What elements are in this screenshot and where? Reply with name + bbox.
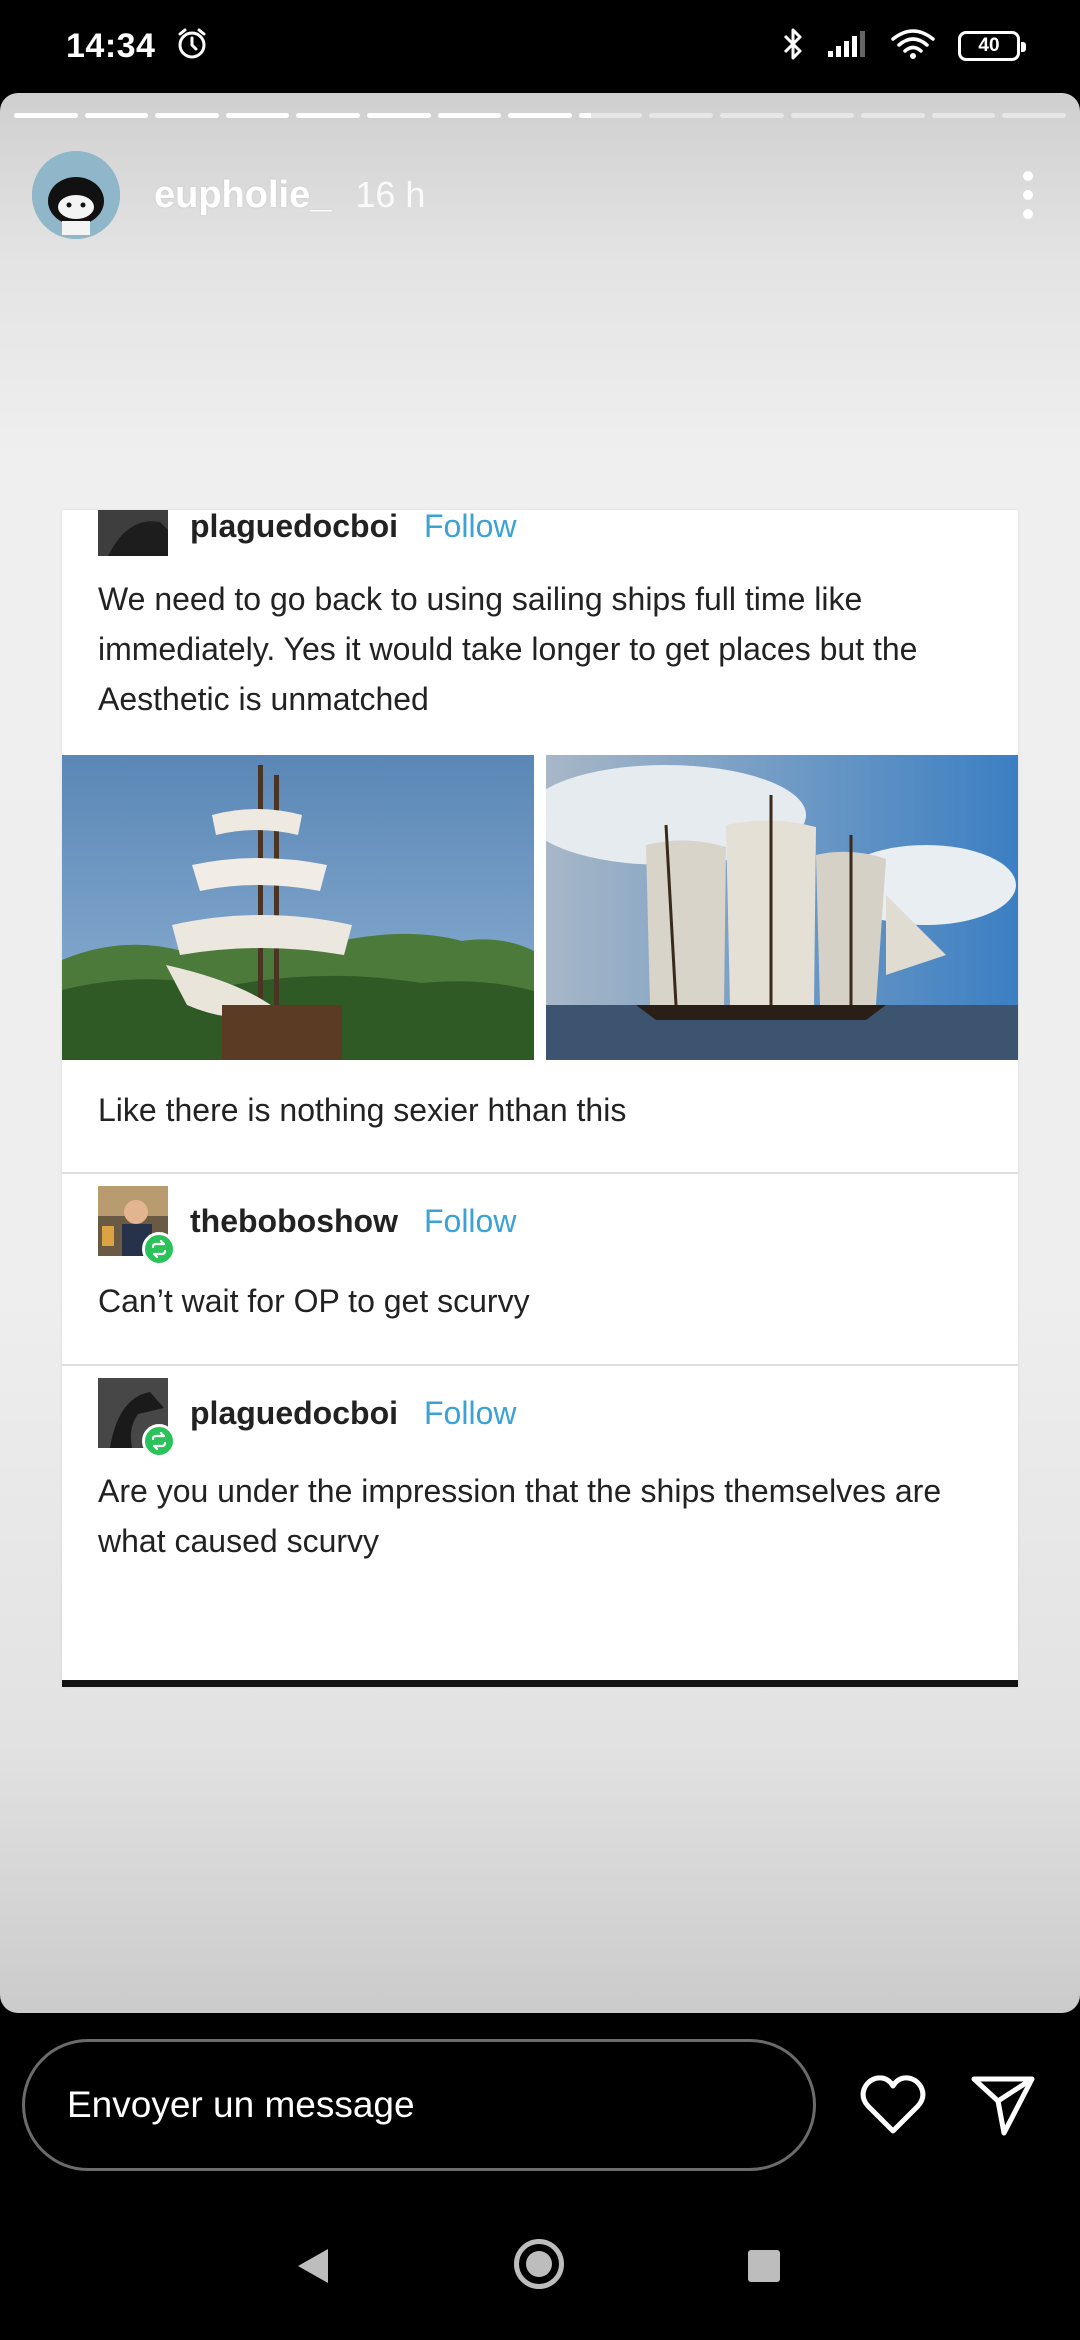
more-dot-icon <box>1023 190 1033 200</box>
reblog-text: Can’t wait for OP to get scurvy <box>98 1283 530 1319</box>
post-caption: Like there is nothing sexier hthan this <box>98 1092 627 1128</box>
message-placeholder: Envoyer un message <box>67 2084 415 2125</box>
story-progress-segment <box>508 113 572 118</box>
status-bar: 14:34 40 <box>0 0 1080 92</box>
post-text: We need to go back to using sailing ship… <box>98 581 918 717</box>
blog-name: theboboshow <box>190 1202 398 1239</box>
blog-avatar <box>98 510 168 556</box>
reblog-icon <box>142 1424 176 1458</box>
story-progress-segment <box>437 113 502 118</box>
divider <box>62 1172 1018 1174</box>
story-progress-segment <box>790 113 855 118</box>
message-input[interactable]: Envoyer un message <box>22 2039 816 2171</box>
signal-icon <box>826 29 868 64</box>
blog-name: plaguedocboi <box>190 507 398 544</box>
follow-link: Follow <box>423 1202 517 1239</box>
story-progress-segment <box>931 113 996 118</box>
story-progress-segment <box>649 113 713 118</box>
more-dot-icon <box>1023 209 1033 219</box>
send-icon[interactable] <box>968 2071 1038 2141</box>
reblog-header: theboboshow Follow <box>98 1186 998 1266</box>
story-progress-segment <box>1002 113 1066 118</box>
instagram-story-screen: 14:34 40 eupholie_ 16 h plaguedocboi Fol… <box>0 0 1080 2340</box>
reblog-icon <box>142 1232 176 1266</box>
reblog-text: Are you under the impression that the sh… <box>98 1473 942 1559</box>
reply-bar: Envoyer un message <box>0 2013 1080 2193</box>
alarm-icon <box>175 27 209 66</box>
more-dot-icon <box>1023 171 1033 181</box>
blog-avatar <box>98 1378 176 1458</box>
home-icon[interactable] <box>514 2239 564 2289</box>
story-username[interactable]: eupholie_ <box>154 174 331 217</box>
watermark: @puncrastination <box>86 1635 324 1666</box>
story-progress-segment <box>84 113 149 118</box>
post-header: plaguedocboi Follow <box>98 496 998 556</box>
story-progress-segment <box>225 113 290 118</box>
story-progress-segment <box>861 113 925 118</box>
status-time: 14:34 <box>66 26 156 65</box>
story-progress-segment <box>366 113 431 118</box>
ship-image-left <box>62 755 534 1060</box>
story-time-ago: 16 h <box>355 174 426 215</box>
story-progress-segment <box>155 113 219 118</box>
story-progress-bar <box>14 113 1066 118</box>
blog-name: plaguedocboi <box>190 1394 398 1431</box>
bluetooth-icon <box>782 27 804 66</box>
avatar[interactable] <box>32 151 120 239</box>
follow-link: Follow <box>424 507 517 544</box>
reposted-tumblr-post: plaguedocboi Follow We need to go back t… <box>62 508 1018 1687</box>
reblog-header: plaguedocboi Follow <box>98 1378 998 1458</box>
story-progress-segment <box>578 113 643 118</box>
recent-apps-icon[interactable] <box>748 2250 780 2282</box>
heart-icon[interactable] <box>858 2073 928 2137</box>
divider <box>62 1364 1018 1366</box>
back-icon[interactable] <box>296 2247 330 2290</box>
more-options-button[interactable] <box>1008 160 1048 230</box>
story-progress-segment <box>14 113 78 118</box>
blog-avatar <box>98 1186 176 1266</box>
story-progress-segment <box>719 113 784 118</box>
navigation-bar <box>0 2193 1080 2340</box>
follow-link: Follow <box>424 1394 517 1431</box>
ship-image-right <box>546 755 1018 1060</box>
story-header: eupholie_ 16 h <box>32 145 1048 245</box>
wifi-icon <box>890 27 936 66</box>
story-card[interactable]: eupholie_ 16 h plaguedocboi Follow We ne… <box>0 93 1080 2013</box>
battery-indicator: 40 <box>958 31 1026 61</box>
story-progress-segment <box>296 113 360 118</box>
post-bottom-border <box>62 1680 1018 1687</box>
battery-level: 40 <box>978 35 1000 56</box>
